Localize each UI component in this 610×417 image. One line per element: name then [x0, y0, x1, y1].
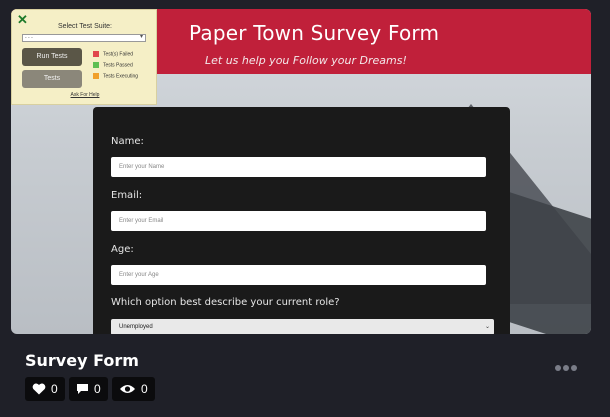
- passed-swatch: [93, 62, 99, 68]
- name-label: Name:: [111, 136, 144, 147]
- heart-icon: [32, 383, 46, 395]
- test-suite-panel: ✕ Select Test Suite: - - - ▾ Run Tests T…: [11, 9, 157, 105]
- email-field[interactable]: Enter your Email: [111, 211, 486, 231]
- survey-form: Name: Enter your Name Email: Enter your …: [93, 107, 510, 334]
- run-tests-button[interactable]: Run Tests: [22, 48, 82, 66]
- comment-count: 0: [94, 382, 101, 396]
- form-subtitle: Let us help you Follow your Dreams!: [205, 54, 407, 67]
- legend-failed: Test(s) Failed: [93, 51, 133, 57]
- executing-swatch: [93, 73, 99, 79]
- test-suite-select-value: - - -: [25, 35, 33, 41]
- age-field[interactable]: Enter your Age: [111, 265, 486, 285]
- name-field[interactable]: Enter your Name: [111, 157, 486, 177]
- form-title: Paper Town Survey Form: [189, 21, 440, 45]
- failed-swatch: [93, 51, 99, 57]
- legend-executing: Tests Executing: [93, 73, 138, 79]
- tests-button[interactable]: Tests: [22, 70, 82, 88]
- role-select-value: Unemployed: [119, 324, 153, 330]
- ask-for-help-link[interactable]: Ask For Help: [12, 92, 158, 98]
- eye-icon: [119, 383, 136, 395]
- chevron-down-icon: ⌄: [484, 324, 490, 330]
- view-button[interactable]: 0: [112, 377, 155, 401]
- more-options-icon[interactable]: [555, 358, 579, 376]
- test-suite-select[interactable]: - - - ▾: [22, 34, 146, 42]
- test-suite-label: Select Test Suite:: [58, 23, 112, 30]
- project-card: Paper Town Survey Form Let us help you F…: [0, 0, 610, 417]
- view-count: 0: [141, 382, 148, 396]
- age-label: Age:: [111, 244, 134, 255]
- comment-button[interactable]: 0: [69, 377, 108, 401]
- like-button[interactable]: 0: [25, 377, 65, 401]
- role-label: Which option best describe your current …: [111, 297, 340, 308]
- project-preview[interactable]: Paper Town Survey Form Let us help you F…: [11, 9, 591, 334]
- legend-passed: Tests Passed: [93, 62, 133, 68]
- email-label: Email:: [111, 190, 143, 201]
- role-select[interactable]: Unemployed ⌄: [111, 319, 494, 334]
- chevron-down-icon: ▾: [139, 34, 143, 40]
- project-title[interactable]: Survey Form: [25, 351, 139, 370]
- comment-icon: [76, 383, 89, 395]
- like-count: 0: [51, 382, 58, 396]
